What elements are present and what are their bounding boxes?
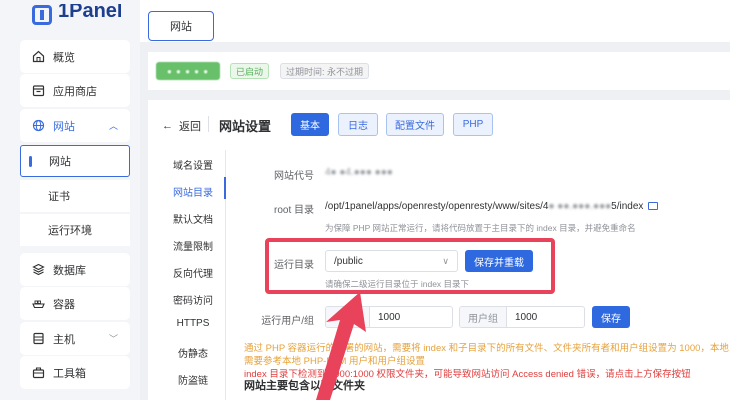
menu-item-domain[interactable]: 域名设置 bbox=[160, 157, 226, 172]
root-dir-hint: 为保障 PHP 网站正常运行，请将代码放置于主目录下的 index 目录，并避免… bbox=[325, 223, 636, 233]
site-code-label: 网站代号 bbox=[274, 171, 314, 182]
sidebar-subitem-runtime[interactable]: 运行环境 bbox=[20, 214, 130, 246]
chevron-down-icon: ∨ bbox=[442, 256, 449, 266]
back-button[interactable]: ← 返回 bbox=[162, 118, 201, 134]
run-user-label: 运行用户/组 bbox=[261, 316, 314, 327]
expire-badge: 过期时间: 永不过期 bbox=[280, 63, 370, 79]
root-dir-label: root 目录 bbox=[273, 205, 314, 216]
home-icon bbox=[32, 50, 45, 63]
chevron-up-icon: ︿ bbox=[108, 121, 118, 131]
menu-item-traffic-limit[interactable]: 流量限制 bbox=[160, 238, 226, 253]
tab-basic[interactable]: 基本 bbox=[291, 113, 329, 136]
logo-icon bbox=[32, 5, 52, 25]
site-name-badge: ● ● ● ● ● bbox=[156, 62, 220, 80]
page-title: 网站设置 bbox=[219, 119, 272, 134]
host-icon bbox=[32, 332, 45, 345]
globe-icon bbox=[32, 119, 45, 132]
warning-text-1: 通过 PHP 容器运行的部署的网站，需要将 index 和子目录下的所有文件、文… bbox=[244, 343, 729, 354]
root-dir-value: /opt/1panel/apps/openresty/openresty/www… bbox=[325, 201, 659, 212]
menu-item-site-dir[interactable]: 网站目录 bbox=[160, 184, 226, 199]
app-logo[interactable]: 1Panel bbox=[32, 4, 122, 26]
menu-item-rewrite[interactable]: 伪静态 bbox=[160, 345, 226, 360]
sidebar-item-host[interactable]: 主机 ﹀ bbox=[20, 322, 130, 355]
run-dir-label: 运行目录 bbox=[274, 260, 314, 271]
sidebar-item-website[interactable]: 网站 ︿ bbox=[20, 109, 130, 142]
site-code-value: 4● ●4.●●● ●●● bbox=[325, 167, 393, 178]
tab-php[interactable]: PHP bbox=[453, 113, 493, 136]
sidebar-item-overview[interactable]: 概览 bbox=[20, 40, 130, 73]
sidebar-subitem-website[interactable]: 网站 bbox=[20, 145, 130, 177]
menu-item-https[interactable]: HTTPS bbox=[160, 318, 226, 329]
warning-text-2: 需要参考本地 PHP-FPM 用户和用户组设置 bbox=[244, 356, 426, 367]
store-icon bbox=[32, 84, 45, 97]
run-user-input[interactable]: 1000 bbox=[325, 306, 453, 328]
folder-icon[interactable] bbox=[648, 202, 659, 211]
header-divider bbox=[208, 116, 209, 132]
sidebar-subitem-certificate[interactable]: 证书 bbox=[20, 180, 130, 212]
section-title: 网站主要包含以下文件夹 bbox=[244, 380, 365, 392]
arrow-left-icon: ← bbox=[162, 120, 173, 132]
menu-item-password-access[interactable]: 密码访问 bbox=[160, 292, 226, 307]
run-group-input[interactable]: 用户组 1000 bbox=[459, 306, 585, 328]
menu-item-hotlink[interactable]: 防盗链 bbox=[160, 372, 226, 387]
tab-website[interactable]: 网站 bbox=[148, 11, 214, 41]
menu-item-default-doc[interactable]: 默认文档 bbox=[160, 211, 226, 226]
top-bar bbox=[140, 0, 730, 42]
save-button[interactable]: 保存 bbox=[592, 306, 630, 328]
save-and-reload-button[interactable]: 保存并重载 bbox=[465, 250, 533, 272]
chevron-down-icon: ﹀ bbox=[108, 334, 118, 344]
toolbox-icon bbox=[32, 366, 45, 379]
container-icon bbox=[32, 297, 45, 310]
sidebar-item-app-store[interactable]: 应用商店 bbox=[20, 74, 130, 107]
run-dir-hint: 请确保二级运行目录位于 index 目录下 bbox=[325, 279, 470, 289]
tab-logs[interactable]: 日志 bbox=[338, 113, 378, 136]
sidebar-item-database[interactable]: 数据库 bbox=[20, 253, 130, 286]
sidebar-item-container[interactable]: 容器 bbox=[20, 287, 130, 320]
status-badge-running: 已启动 bbox=[230, 63, 270, 79]
run-dir-select[interactable]: /public ∨ bbox=[325, 250, 458, 272]
menu-item-reverse-proxy[interactable]: 反向代理 bbox=[160, 265, 226, 280]
database-icon bbox=[32, 263, 45, 276]
sidebar-item-toolbox[interactable]: 工具箱 bbox=[20, 356, 130, 389]
tab-config-file[interactable]: 配置文件 bbox=[386, 113, 444, 136]
